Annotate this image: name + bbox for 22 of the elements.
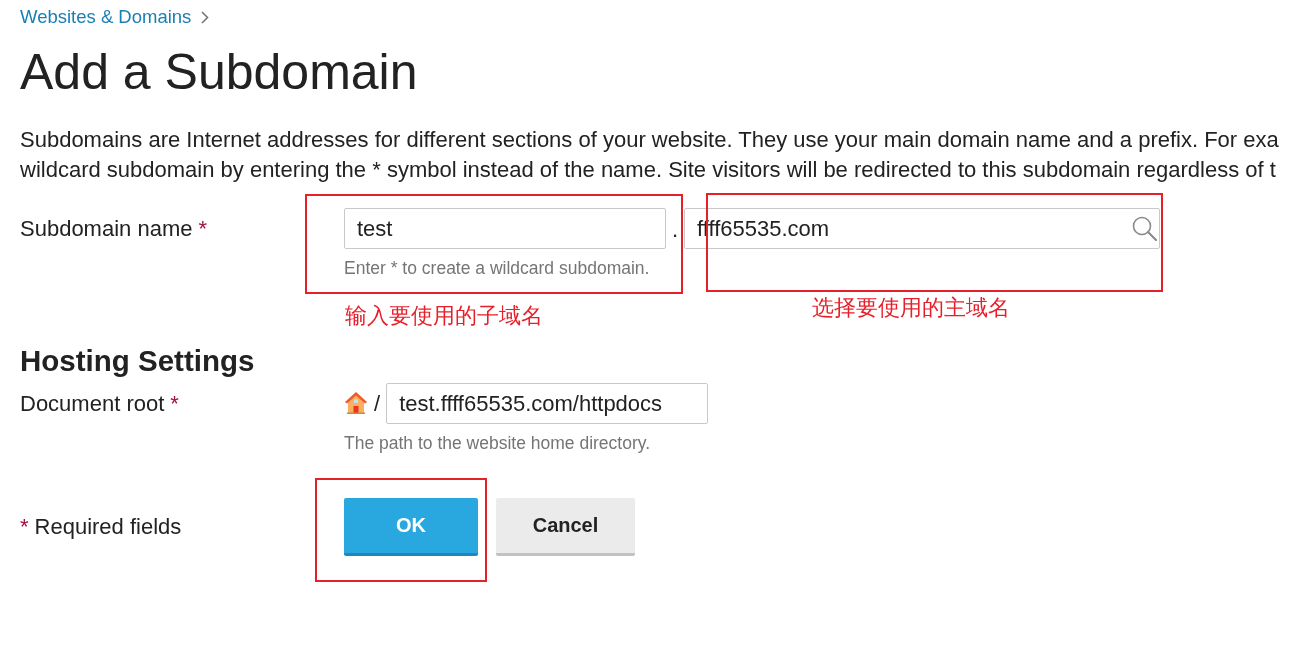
annotation-note: 输入要使用的子域名 [345, 303, 543, 329]
document-root-input[interactable]: test.ffff65535.com/httpdocs [386, 383, 709, 424]
required-mark: * [170, 390, 179, 417]
chevron-right-icon [201, 10, 210, 24]
required-fields-note: Required fields [34, 514, 182, 540]
description-text: Subdomains are Internet addresses for different sections of your website. They use your main domain name and a prefix. For exa wildcard subdomain by entering the * symbol instead of the name. Site visitors will be redirected to this subdomain regardless of t [20, 126, 1280, 184]
search-icon[interactable] [1132, 216, 1157, 241]
field-hint: The path to the website home directory. [344, 432, 652, 455]
home-icon [344, 389, 368, 414]
annotation-note: 选择要使用的主域名 [812, 295, 1010, 321]
field-hint: Enter * to create a wildcard subdomain. [344, 257, 651, 280]
required-mark: * [20, 514, 29, 540]
breadcrumb-link[interactable]: Websites & Domains [20, 6, 192, 28]
subdomain-input[interactable]: test [344, 208, 666, 249]
path-separator: / [374, 390, 381, 417]
field-label: Subdomain name [20, 215, 193, 242]
domain-dot: . [670, 217, 680, 244]
field-label: Document root [20, 390, 165, 417]
section-heading: Hosting Settings [20, 343, 256, 379]
cancel-button[interactable]: Cancel [496, 498, 635, 556]
page-title: Add a Subdomain [20, 43, 419, 102]
required-mark: * [198, 215, 207, 242]
